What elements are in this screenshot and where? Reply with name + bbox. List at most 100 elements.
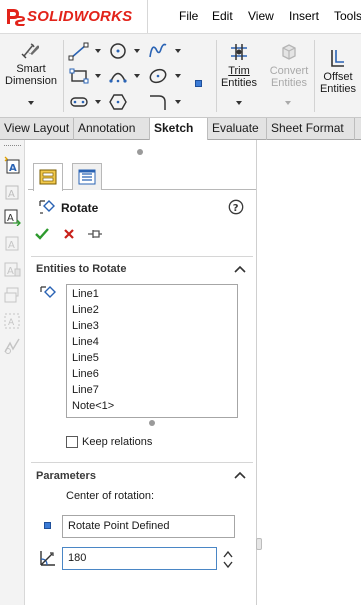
- arc-icon[interactable]: [107, 66, 129, 86]
- polygon-icon[interactable]: [107, 92, 129, 112]
- trim-dropdown-icon[interactable]: [236, 101, 242, 105]
- smart-dimension-icon: [21, 43, 39, 59]
- format-painter-icon[interactable]: A: [3, 260, 21, 278]
- point-icon[interactable]: [195, 80, 202, 87]
- list-item[interactable]: Line1: [72, 288, 99, 300]
- list-resize-handle[interactable]: [149, 420, 155, 426]
- surface-finish-icon[interactable]: [3, 337, 21, 355]
- command-manager-ribbon: Smart Dimension Trim Entities Convert En…: [0, 33, 361, 117]
- slot-icon[interactable]: [68, 92, 90, 112]
- solidworks-logo[interactable]: SOLIDWORKS: [0, 0, 148, 33]
- svg-text:A: A: [8, 318, 15, 328]
- menu-edit[interactable]: Edit: [212, 9, 233, 23]
- center-of-rotation-label: Center of rotation:: [66, 490, 155, 502]
- manager-tab-row: [28, 163, 256, 191]
- ellipse-dropdown-icon[interactable]: [175, 74, 181, 78]
- list-item[interactable]: Line6: [72, 368, 99, 380]
- command-manager-tabs: View Layout Annotation Sketch Evaluate S…: [0, 117, 361, 141]
- note-icon[interactable]: A: [3, 156, 21, 174]
- rectangle-dropdown-icon[interactable]: [95, 74, 101, 78]
- convert-entities-label-line1: Convert: [269, 65, 309, 77]
- property-manager-icon: [39, 169, 57, 185]
- trim-entities-label-line1: Trim: [228, 65, 250, 77]
- list-item[interactable]: Line5: [72, 352, 99, 364]
- spline-icon[interactable]: [147, 41, 169, 61]
- group-divider: [31, 462, 253, 463]
- rectangle-icon[interactable]: [68, 66, 90, 86]
- entities-group-header[interactable]: Entities to Rotate: [36, 263, 126, 275]
- rotation-angle-input[interactable]: 180: [62, 547, 217, 570]
- offset-entities-label-line1: Offset: [323, 71, 353, 83]
- list-item[interactable]: Line4: [72, 336, 99, 348]
- list-item[interactable]: Line7: [72, 384, 99, 396]
- keep-relations-checkbox[interactable]: [66, 436, 78, 448]
- arc-dropdown-icon[interactable]: [134, 74, 140, 78]
- left-toolbar-strip: A A A A A A: [0, 140, 25, 605]
- convert-entities-label-line2: Entities: [270, 77, 308, 89]
- balloon-icon[interactable]: A: [3, 183, 21, 201]
- group-divider: [31, 256, 253, 257]
- spline-dropdown-icon[interactable]: [175, 49, 181, 53]
- menu-file[interactable]: File: [179, 9, 198, 23]
- spin-down-icon[interactable]: [223, 561, 233, 569]
- slot-dropdown-icon[interactable]: [95, 100, 101, 104]
- collapse-entities-chevron-icon[interactable]: [234, 265, 246, 273]
- help-icon[interactable]: ?: [228, 199, 244, 215]
- smart-dimension-label-line2: Dimension: [5, 75, 57, 87]
- fillet-dropdown-icon[interactable]: [175, 100, 181, 104]
- tab-annotation[interactable]: Annotation: [74, 118, 150, 140]
- entities-selection-list[interactable]: Line1 Line2 Line3 Line4 Line5 Line6 Line…: [66, 284, 238, 418]
- offset-entities-label-line2: Entities: [319, 83, 357, 95]
- stacked-note-icon[interactable]: [3, 286, 21, 304]
- brand-logo-text: SOLIDWORKS: [27, 8, 133, 25]
- tab-configuration-manager[interactable]: [72, 163, 102, 190]
- rotate-entities-icon: [39, 200, 55, 214]
- smart-dimension-dropdown-icon[interactable]: [28, 101, 34, 105]
- panel-resize-handle[interactable]: [137, 149, 143, 155]
- parameters-group-header[interactable]: Parameters: [36, 470, 96, 482]
- convert-entities-button[interactable]: Convert Entities: [264, 42, 314, 89]
- trim-entities-button[interactable]: Trim Entities: [216, 42, 262, 89]
- list-item[interactable]: Line2: [72, 304, 99, 316]
- convert-dropdown-icon[interactable]: [285, 101, 291, 105]
- auto-balloon-icon[interactable]: A: [3, 312, 21, 330]
- fillet-icon[interactable]: [147, 92, 169, 112]
- configuration-list-icon: [78, 169, 96, 185]
- collapse-parameters-chevron-icon[interactable]: [234, 471, 246, 479]
- list-item[interactable]: Note<1>: [72, 400, 114, 412]
- tab-property-manager[interactable]: [33, 163, 63, 191]
- menu-tools[interactable]: Tools: [334, 9, 361, 23]
- panel-splitter-grip[interactable]: [256, 538, 262, 550]
- strip-grip[interactable]: [4, 145, 21, 147]
- linear-note-pattern-icon[interactable]: A: [3, 208, 21, 226]
- tab-view-layout[interactable]: View Layout: [0, 118, 74, 140]
- line-icon[interactable]: [68, 41, 90, 61]
- offset-entities-button[interactable]: Offset Entities: [316, 48, 360, 95]
- smart-dimension-label-line1: Smart: [16, 63, 46, 75]
- menu-insert[interactable]: Insert: [289, 9, 319, 23]
- circle-icon[interactable]: [107, 41, 129, 61]
- tab-sheet-format[interactable]: Sheet Format: [267, 118, 355, 140]
- ellipse-icon[interactable]: [147, 66, 169, 86]
- tab-evaluate[interactable]: Evaluate: [208, 118, 267, 140]
- ok-checkmark-icon[interactable]: [34, 226, 50, 242]
- smart-dimension-button[interactable]: Smart Dimension: [2, 40, 60, 87]
- trim-entities-label-line2: Entities: [220, 77, 258, 89]
- convert-entities-icon: [282, 44, 296, 60]
- center-of-rotation-field[interactable]: Rotate Point Defined: [62, 515, 235, 538]
- line-dropdown-icon[interactable]: [95, 49, 101, 53]
- ds-logo-icon: [7, 9, 25, 26]
- cancel-x-icon[interactable]: [61, 226, 77, 242]
- circle-dropdown-icon[interactable]: [134, 49, 140, 53]
- graphics-area[interactable]: [257, 140, 361, 605]
- svg-text:A: A: [7, 213, 14, 224]
- spell-check-icon[interactable]: A: [3, 234, 21, 252]
- pushpin-icon[interactable]: [87, 226, 103, 242]
- list-item[interactable]: Line3: [72, 320, 99, 332]
- entities-selection-icon: [40, 286, 56, 298]
- svg-text:A: A: [9, 163, 17, 174]
- tab-sketch[interactable]: Sketch: [150, 118, 208, 141]
- spin-up-icon[interactable]: [223, 550, 233, 558]
- property-manager-title: Rotate: [61, 201, 99, 215]
- menu-view[interactable]: View: [248, 9, 274, 23]
